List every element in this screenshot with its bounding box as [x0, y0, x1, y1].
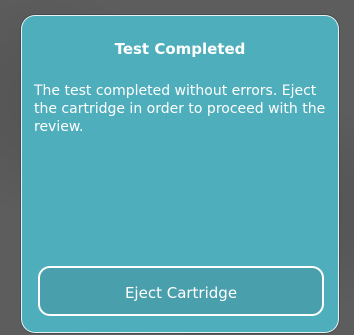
dialog-message: The test completed without errors. Eject… — [34, 83, 326, 135]
eject-cartridge-button[interactable]: Eject Cartridge — [38, 266, 324, 316]
test-completed-dialog: Test Completed The test completed withou… — [21, 15, 339, 333]
dialog-title: Test Completed — [114, 40, 246, 58]
